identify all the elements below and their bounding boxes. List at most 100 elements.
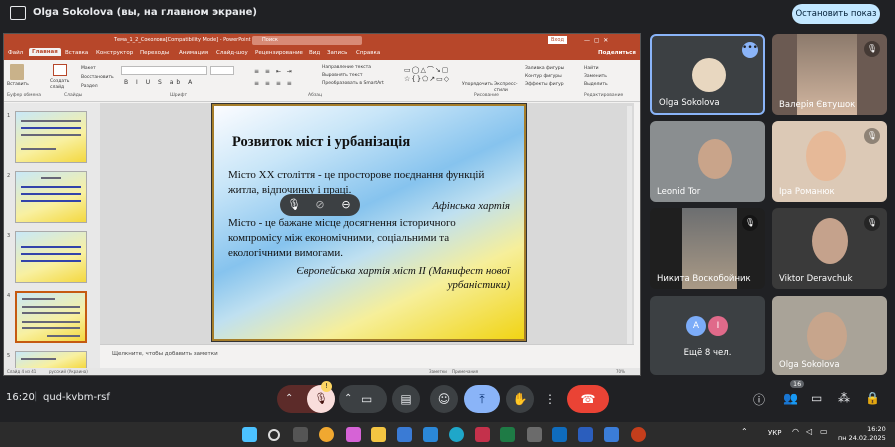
raise-hand-button[interactable]: ✋	[506, 385, 534, 413]
activities-icon[interactable]: ⁂	[838, 391, 850, 405]
tab-home[interactable]: Главная	[29, 48, 61, 56]
info-icon[interactable]: ⓘ	[753, 391, 765, 408]
shapes-gallery[interactable]: ▭◯△⌒↘▢	[404, 65, 449, 75]
new-slide-button[interactable]: Создать слайд	[50, 79, 72, 91]
camera-button[interactable]: ▭	[361, 385, 372, 413]
ppt-window-controls[interactable]: — ▢ ✕	[584, 34, 608, 47]
slide-thumbnail-selected[interactable]	[15, 291, 87, 343]
word-icon[interactable]	[578, 427, 593, 442]
paste-icon[interactable]	[10, 64, 24, 80]
tab-help[interactable]: Справка	[356, 50, 380, 56]
search-icon[interactable]	[268, 429, 280, 441]
powerpoint-icon[interactable]	[631, 427, 646, 442]
tab-view[interactable]: Вид	[309, 50, 320, 56]
participant-tile[interactable]: Leonid Tor	[650, 121, 765, 202]
tab-transitions[interactable]: Переходы	[140, 50, 169, 56]
participant-tile[interactable]: 🎙 Валерія Євтушок	[772, 34, 887, 115]
excel-icon[interactable]	[500, 427, 515, 442]
file-explorer-icon[interactable]	[371, 427, 386, 442]
camera-off-icon[interactable]: ⊘	[312, 197, 328, 213]
wifi-icon[interactable]: ◠	[792, 427, 799, 436]
more-options-icon[interactable]: •••	[742, 42, 758, 58]
tab-design[interactable]: Конструктор	[96, 50, 133, 56]
notes-toggle[interactable]: Заметки	[429, 369, 447, 374]
text-direction-button[interactable]: Направление текста	[322, 65, 371, 70]
comments-toggle[interactable]: Примечания	[452, 369, 478, 374]
font-format-buttons[interactable]: B I U S ab A	[124, 79, 195, 86]
participant-tile[interactable]: 🎙 Никита Воскобойник	[650, 208, 765, 289]
tab-animation[interactable]: Анимация	[179, 50, 208, 56]
replace-button[interactable]: Заменить	[584, 74, 607, 79]
paragraph-align-buttons[interactable]: ≡ ≡ ≡ ≡	[254, 80, 294, 87]
battery-icon[interactable]: ▭	[820, 427, 828, 436]
host-controls-icon[interactable]: 🔒	[865, 391, 880, 405]
current-slide[interactable]: Розвиток міст і урбанізація Місто ХХ сто…	[212, 104, 526, 341]
keyboard-language[interactable]: УКР	[768, 429, 781, 437]
slide-thumbnail[interactable]	[15, 351, 87, 369]
store-icon[interactable]	[397, 427, 412, 442]
tab-file[interactable]: Файл	[8, 50, 23, 56]
share-button[interactable]: Поделиться	[598, 50, 636, 56]
ppt-search-box[interactable]: Поиск	[252, 36, 362, 45]
more-participants-tile[interactable]: A I Ещё 8 чел.	[650, 296, 765, 375]
present-button[interactable]: ⤒	[464, 385, 500, 413]
zoom-level[interactable]: 70%	[616, 369, 625, 374]
start-icon[interactable]	[242, 427, 257, 442]
paste-button[interactable]: Вставить	[7, 82, 29, 87]
shape-effects-button[interactable]: Эффекты фигур	[525, 82, 564, 87]
notes-pane[interactable]: Щелкните, чтобы добавить заметки	[100, 344, 634, 368]
font-size-box[interactable]	[210, 66, 234, 75]
align-text-button[interactable]: Выровнять текст	[322, 73, 362, 78]
end-call-button[interactable]: ☎	[567, 385, 609, 413]
shape-outline-button[interactable]: Контур фигуры	[525, 74, 562, 79]
more-options-button[interactable]: ⋮	[540, 385, 560, 413]
section-button[interactable]: Раздел	[81, 84, 98, 89]
status-slide-count: Слайд 4 из 41	[7, 369, 37, 374]
participant-tile[interactable]: 🎙 Viktor Deravchuk	[772, 208, 887, 289]
layout-button[interactable]: Макет	[81, 66, 96, 71]
mic-options-chevron-icon[interactable]: ⌃	[285, 385, 293, 413]
minimize-icon[interactable]: ⊖	[338, 197, 354, 213]
tab-slideshow[interactable]: Слайд-шоу	[216, 50, 248, 56]
slide-thumbnail[interactable]	[15, 171, 87, 223]
edge-icon[interactable]	[449, 427, 464, 442]
shapes-gallery-row2[interactable]: ☆{}⬠↗▭◇	[404, 75, 450, 83]
slide-thumbnail[interactable]	[15, 111, 87, 163]
chrome-icon[interactable]	[319, 427, 334, 442]
volume-icon[interactable]: ◁	[806, 427, 812, 436]
slide-scrollbar[interactable]	[627, 106, 632, 364]
chat-icon[interactable]: ▭	[811, 391, 822, 405]
tab-insert[interactable]: Вставка	[65, 50, 88, 56]
participant-tile[interactable]: ••• Olga Sokolova	[650, 34, 765, 115]
copilot-icon[interactable]	[346, 427, 361, 442]
app-icon[interactable]	[527, 427, 542, 442]
mic-off-icon[interactable]: 🎙	[286, 197, 302, 213]
reset-button[interactable]: Восстановить	[81, 75, 114, 80]
app-icon[interactable]	[423, 427, 438, 442]
font-name-box[interactable]	[121, 66, 207, 75]
participant-tile[interactable]: Olga Sokolova	[772, 296, 887, 375]
slide-thumbnail[interactable]	[15, 231, 87, 283]
ppt-signin-button[interactable]: Вход	[548, 36, 567, 44]
select-button[interactable]: Выделить	[584, 82, 608, 87]
participant-tile[interactable]: 🎙 Іра Романюк	[772, 121, 887, 202]
captions-button[interactable]: ▤	[392, 385, 420, 413]
new-slide-icon[interactable]	[53, 64, 67, 76]
system-clock[interactable]: 16:20 пн 24.02.2025	[838, 425, 886, 443]
emoji-button[interactable]: ☺	[430, 385, 458, 413]
convert-smartart-button[interactable]: Преобразовать в SmartArt	[322, 81, 384, 86]
arrange-button[interactable]: Упорядочить	[462, 82, 493, 87]
camera-options-chevron-icon[interactable]: ⌃	[344, 385, 352, 413]
shape-fill-button[interactable]: Заливка фигуры	[525, 66, 564, 71]
people-icon[interactable]: 👥	[783, 391, 798, 405]
outlook-icon[interactable]	[552, 427, 567, 442]
app-icon[interactable]	[604, 427, 619, 442]
app-icon[interactable]	[475, 427, 490, 442]
stop-sharing-button[interactable]: Остановить показ	[792, 4, 880, 24]
tab-record[interactable]: Запись	[327, 50, 347, 56]
paragraph-list-buttons[interactable]: ≡ ≡ ⇤ ⇥	[254, 68, 294, 75]
tray-chevron-icon[interactable]: ⌃	[741, 427, 748, 436]
task-view-icon[interactable]	[293, 427, 308, 442]
find-button[interactable]: Найти	[584, 66, 599, 71]
tab-review[interactable]: Рецензирование	[255, 50, 303, 56]
